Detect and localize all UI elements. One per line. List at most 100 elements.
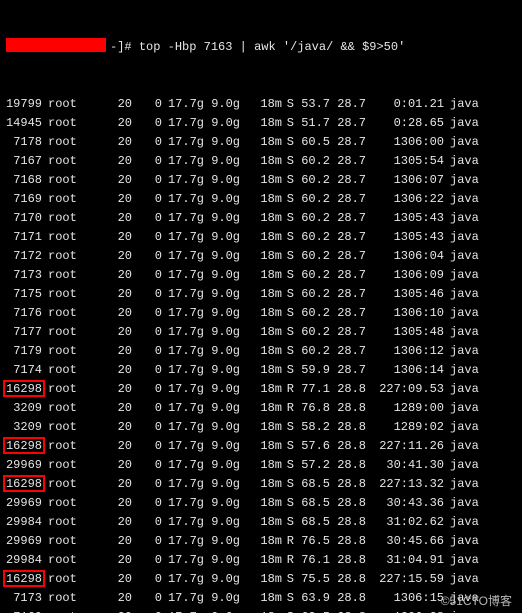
time-cell: 1289:02 — [366, 418, 444, 437]
process-row: 29969root20017.7g9.0g18mS57.228.830:41.3… — [0, 456, 522, 475]
command-cell: java — [450, 361, 486, 380]
user-cell: root — [48, 247, 84, 266]
cpu-cell: 75.5 — [294, 570, 330, 589]
process-row: 3209root20017.7g9.0g18mS58.228.81289:02j… — [0, 418, 522, 437]
shr-cell: 18m — [240, 266, 282, 285]
virt-cell: 17.7g — [162, 190, 204, 209]
state-cell: S — [282, 266, 294, 285]
res-cell: 9.0g — [204, 418, 240, 437]
res-cell: 9.0g — [204, 133, 240, 152]
process-row: 7174root20017.7g9.0g18mS59.928.71306:14j… — [0, 361, 522, 380]
res-cell: 9.0g — [204, 589, 240, 608]
user-cell: root — [48, 589, 84, 608]
pid-cell: 3209 — [0, 418, 42, 437]
user-cell: root — [48, 380, 84, 399]
process-row: 7170root20017.7g9.0g18mS60.228.71305:43j… — [0, 209, 522, 228]
mem-cell: 28.7 — [330, 266, 366, 285]
virt-cell: 17.7g — [162, 304, 204, 323]
command-cell: java — [450, 266, 486, 285]
user-cell: root — [48, 152, 84, 171]
virt-cell: 17.7g — [162, 209, 204, 228]
shr-cell: 18m — [240, 95, 282, 114]
command-cell: java — [450, 323, 486, 342]
user-cell: root — [48, 437, 84, 456]
pr-cell: 20 — [84, 247, 132, 266]
state-cell: S — [282, 494, 294, 513]
ni-cell: 0 — [132, 114, 162, 133]
cpu-cell: 60.2 — [294, 304, 330, 323]
res-cell: 9.0g — [204, 456, 240, 475]
virt-cell: 17.7g — [162, 513, 204, 532]
highlight-box — [3, 570, 45, 587]
state-cell: R — [282, 551, 294, 570]
res-cell: 9.0g — [204, 399, 240, 418]
state-cell: S — [282, 209, 294, 228]
pid-cell: 7169 — [0, 190, 42, 209]
user-cell: root — [48, 361, 84, 380]
user-cell: root — [48, 304, 84, 323]
pr-cell: 20 — [84, 190, 132, 209]
state-cell: S — [282, 171, 294, 190]
virt-cell: 17.7g — [162, 380, 204, 399]
state-cell: S — [282, 342, 294, 361]
cpu-cell: 60.2 — [294, 228, 330, 247]
ni-cell: 0 — [132, 323, 162, 342]
pr-cell: 20 — [84, 323, 132, 342]
user-cell: root — [48, 608, 84, 613]
ni-cell: 0 — [132, 589, 162, 608]
prompt-row: xxxxxxxxxxxxxxx -]# top -Hbp 7163 | awk … — [0, 38, 522, 57]
mem-cell: 28.8 — [330, 418, 366, 437]
res-cell: 9.0g — [204, 266, 240, 285]
pid-cell: 7167 — [0, 152, 42, 171]
time-cell: 30:43.36 — [366, 494, 444, 513]
user-cell: root — [48, 95, 84, 114]
command-cell: java — [450, 551, 486, 570]
time-cell: 1306:14 — [366, 361, 444, 380]
user-cell: root — [48, 133, 84, 152]
process-row: 7171root20017.7g9.0g18mS60.228.71305:43j… — [0, 228, 522, 247]
ni-cell: 0 — [132, 266, 162, 285]
res-cell: 9.0g — [204, 608, 240, 613]
virt-cell: 17.7g — [162, 551, 204, 570]
virt-cell: 17.7g — [162, 475, 204, 494]
shr-cell: 18m — [240, 114, 282, 133]
pr-cell: 20 — [84, 304, 132, 323]
state-cell: S — [282, 304, 294, 323]
time-cell: 227:09.53 — [366, 380, 444, 399]
cpu-cell: 76.8 — [294, 399, 330, 418]
user-cell: root — [48, 475, 84, 494]
process-row: 7178root20017.7g9.0g18mS60.528.71306:00j… — [0, 133, 522, 152]
ni-cell: 0 — [132, 152, 162, 171]
res-cell: 9.0g — [204, 513, 240, 532]
terminal-output[interactable]: xxxxxxxxxxxxxxx -]# top -Hbp 7163 | awk … — [0, 0, 522, 613]
shr-cell: 18m — [240, 475, 282, 494]
shr-cell: 18m — [240, 133, 282, 152]
res-cell: 9.0g — [204, 437, 240, 456]
virt-cell: 17.7g — [162, 114, 204, 133]
command-cell: java — [450, 418, 486, 437]
pid-cell: 29984 — [0, 513, 42, 532]
mem-cell: 28.7 — [330, 342, 366, 361]
user-cell: root — [48, 285, 84, 304]
pid-cell: 14945 — [0, 114, 42, 133]
state-cell: S — [282, 285, 294, 304]
mem-cell: 28.8 — [330, 551, 366, 570]
pr-cell: 20 — [84, 209, 132, 228]
virt-cell: 17.7g — [162, 456, 204, 475]
virt-cell: 17.7g — [162, 608, 204, 613]
time-cell: 1305:54 — [366, 152, 444, 171]
virt-cell: 17.7g — [162, 228, 204, 247]
virt-cell: 17.7g — [162, 152, 204, 171]
ni-cell: 0 — [132, 494, 162, 513]
state-cell: S — [282, 361, 294, 380]
pid-cell: 29969 — [0, 456, 42, 475]
user-cell: root — [48, 418, 84, 437]
state-cell: S — [282, 475, 294, 494]
time-cell: 227:13.32 — [366, 475, 444, 494]
state-cell: R — [282, 380, 294, 399]
process-row: 14945root20017.7g9.0g18mS51.728.70:28.65… — [0, 114, 522, 133]
res-cell: 9.0g — [204, 342, 240, 361]
time-cell: 1306:09 — [366, 266, 444, 285]
process-row: 3209root20017.7g9.0g18mR76.828.81289:00j… — [0, 399, 522, 418]
ni-cell: 0 — [132, 361, 162, 380]
